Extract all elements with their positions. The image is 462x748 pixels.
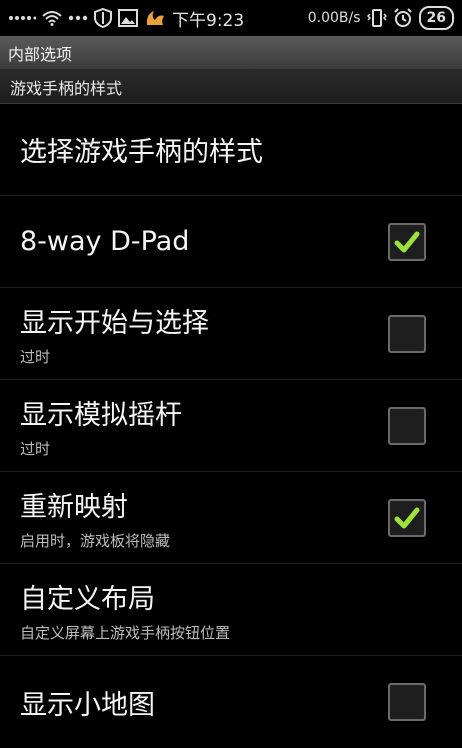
pref-texts: 自定义布局 自定义屏幕上游戏手柄按钮位置 bbox=[20, 577, 442, 643]
checkbox-unchecked[interactable] bbox=[388, 314, 426, 353]
pref-summary: 过时 bbox=[20, 439, 51, 458]
shield-icon bbox=[94, 8, 112, 28]
status-bar: 下午9:23 0.00B/s 26 bbox=[0, 0, 462, 36]
pref-custom-layout[interactable]: 自定义布局 自定义屏幕上游戏手柄按钮位置 bbox=[0, 564, 462, 656]
pref-show-minimap[interactable]: 显示小地图 bbox=[0, 656, 462, 748]
wifi-icon bbox=[42, 10, 62, 26]
pref-title: 选择游戏手柄的样式 bbox=[20, 137, 263, 168]
pref-show-analog-stick[interactable]: 显示模拟摇杆 过时 bbox=[0, 380, 462, 472]
pref-title: 自定义布局 bbox=[20, 583, 155, 615]
checkbox-checked[interactable] bbox=[388, 498, 426, 537]
pref-title: 显示开始与选择 bbox=[20, 307, 209, 339]
pref-texts: 显示模拟摇杆 过时 bbox=[20, 393, 388, 459]
pref-8way-dpad[interactable]: 8-way D-Pad bbox=[0, 196, 462, 288]
pref-gamepad-style[interactable]: 选择游戏手柄的样式 bbox=[0, 104, 462, 196]
uc-browser-icon bbox=[144, 8, 166, 28]
page-title: 内部选项 bbox=[8, 44, 73, 64]
battery-level: 26 bbox=[426, 10, 446, 26]
pref-texts: 重新映射 启用时，游戏板将隐藏 bbox=[20, 485, 388, 551]
alarm-icon bbox=[393, 8, 413, 28]
net-speed: 0.00B/s bbox=[307, 10, 361, 26]
pref-title: 显示模拟摇杆 bbox=[20, 399, 182, 431]
status-time: 下午9:23 bbox=[172, 10, 245, 31]
pref-summary: 自定义屏幕上游戏手柄按钮位置 bbox=[20, 623, 231, 642]
category-header: 游戏手柄的样式 bbox=[0, 70, 462, 104]
preference-list: 选择游戏手柄的样式 8-way D-Pad 显示开始与选择 过时 显示模拟摇杆 … bbox=[0, 104, 462, 748]
vibrate-icon bbox=[366, 8, 387, 28]
title-bar: 内部选项 bbox=[0, 36, 462, 70]
checkbox-unchecked[interactable] bbox=[388, 683, 426, 721]
checkbox-checked[interactable] bbox=[388, 222, 426, 261]
pref-title: 重新映射 bbox=[20, 491, 128, 523]
pref-remap[interactable]: 重新映射 启用时，游戏板将隐藏 bbox=[0, 472, 462, 564]
pref-title: 显示小地图 bbox=[20, 689, 155, 721]
pref-texts: 显示开始与选择 过时 bbox=[20, 301, 388, 367]
pref-show-start-select[interactable]: 显示开始与选择 过时 bbox=[0, 288, 462, 380]
checkbox-unchecked[interactable] bbox=[388, 406, 426, 445]
image-icon bbox=[118, 9, 138, 27]
pref-texts: 选择游戏手柄的样式 bbox=[20, 130, 442, 169]
pref-texts: 8-way D-Pad bbox=[20, 226, 388, 257]
battery-icon: 26 bbox=[418, 6, 454, 30]
pref-texts: 显示小地图 bbox=[20, 683, 388, 722]
checkmark-icon bbox=[394, 231, 420, 252]
checkmark-icon bbox=[394, 507, 420, 528]
status-left: 下午9:23 bbox=[8, 6, 244, 31]
status-right: 0.00B/s 26 bbox=[308, 6, 454, 30]
pref-title: 8-way D-Pad bbox=[20, 226, 190, 257]
dots-icon bbox=[68, 14, 88, 22]
signal-dots-icon bbox=[8, 13, 36, 23]
category-title: 游戏手柄的样式 bbox=[10, 78, 123, 98]
pref-summary: 启用时，游戏板将隐藏 bbox=[20, 531, 171, 550]
pref-summary: 过时 bbox=[20, 347, 51, 366]
